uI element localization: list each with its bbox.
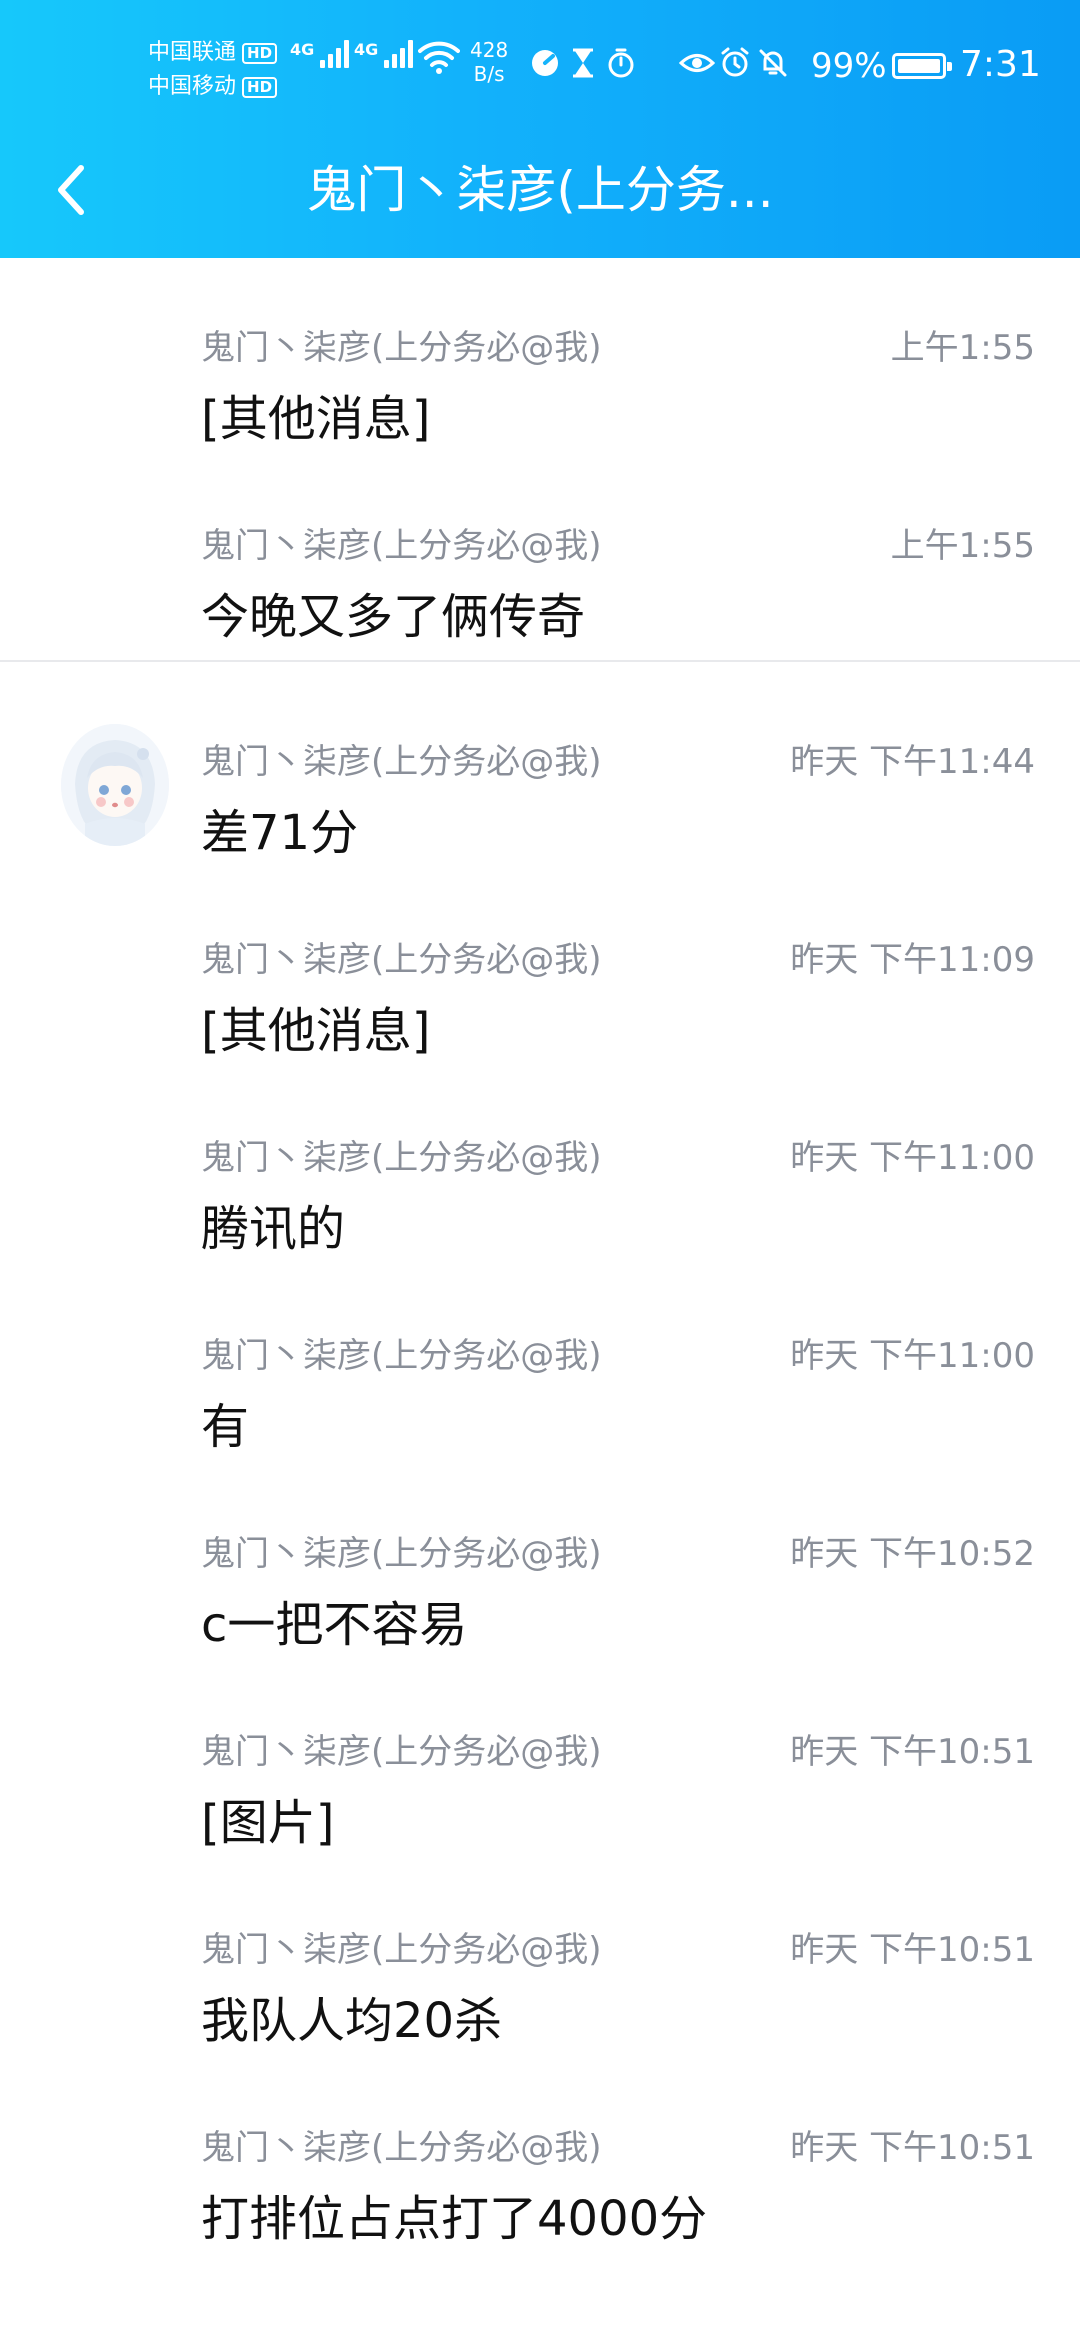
message-text: 我队人均20杀 bbox=[201, 1993, 503, 2049]
message-item[interactable]: 鬼门丶柒彦(上分务必@我) 昨天 下午10:52 c一把不容易 bbox=[0, 1464, 1080, 1662]
sender-name: 鬼门丶柒彦(上分务必@我) bbox=[201, 328, 602, 368]
message-time: 上午1:55 bbox=[890, 328, 1035, 368]
status-icons-left bbox=[526, 44, 640, 82]
message-text: 差71分 bbox=[201, 805, 359, 861]
alarm-icon bbox=[716, 44, 754, 82]
sender-name: 鬼门丶柒彦(上分务必@我) bbox=[201, 1534, 602, 1574]
message-text: [图片] bbox=[201, 1795, 335, 1851]
carrier-1-name: 中国联通 bbox=[148, 40, 237, 65]
status-time: 7:31 bbox=[960, 44, 1041, 85]
sender-name: 鬼门丶柒彦(上分务必@我) bbox=[201, 1930, 602, 1970]
message-item[interactable]: 鬼门丶柒彦(上分务必@我) 昨天 下午11:00 有 bbox=[0, 1266, 1080, 1464]
message-text: [其他消息] bbox=[201, 1003, 431, 1059]
message-item[interactable]: 鬼门丶柒彦(上分务必@我) 上午1:55 [其他消息] bbox=[0, 258, 1080, 456]
battery-percent: 99% bbox=[811, 46, 887, 86]
section-divider bbox=[0, 660, 1080, 662]
message-group-2: 鬼门丶柒彦(上分务必@我) 昨天 下午11:44 差71分 鬼门丶柒彦(上分务必@我)… bbox=[0, 672, 1080, 2256]
nav-bar: 鬼门丶柒彦(上分务... bbox=[0, 130, 1080, 258]
net-speed-value: 428 bbox=[470, 38, 509, 62]
network-gen-label-1: 4G bbox=[290, 40, 315, 59]
message-text: 有 bbox=[201, 1399, 250, 1455]
carrier-line-1: 中国联通 HD bbox=[148, 36, 278, 70]
message-time: 昨天 下午11:09 bbox=[790, 940, 1035, 980]
signal-strength-1: 4G bbox=[290, 40, 350, 68]
chevron-left-icon bbox=[58, 165, 84, 215]
net-speed-unit: B/s bbox=[473, 62, 505, 86]
hourglass-icon bbox=[564, 44, 602, 82]
carrier-line-2: 中国移动 HD bbox=[148, 70, 278, 104]
message-text: 今晚又多了俩传奇 bbox=[201, 589, 586, 645]
user-avatar[interactable] bbox=[61, 724, 169, 846]
sender-name: 鬼门丶柒彦(上分务必@我) bbox=[201, 1138, 602, 1178]
page-title: 鬼门丶柒彦(上分务... bbox=[306, 161, 774, 219]
back-button[interactable] bbox=[40, 150, 100, 230]
battery-icon bbox=[892, 53, 952, 79]
message-item[interactable]: 鬼门丶柒彦(上分务必@我) 昨天 下午10:51 打排位占点打了4000分 bbox=[0, 2058, 1080, 2256]
message-item[interactable]: 鬼门丶柒彦(上分务必@我) 昨天 下午10:51 我队人均20杀 bbox=[0, 1860, 1080, 2058]
message-item[interactable]: 鬼门丶柒彦(上分务必@我) 昨天 下午11:44 差71分 bbox=[0, 672, 1080, 870]
sender-name: 鬼门丶柒彦(上分务必@我) bbox=[201, 742, 602, 782]
message-list[interactable]: 鬼门丶柒彦(上分务必@我) 上午1:55 [其他消息] 鬼门丶柒彦(上分务必@我) 上午… bbox=[0, 258, 1080, 2256]
sender-name: 鬼门丶柒彦(上分务必@我) bbox=[201, 1732, 602, 1772]
network-speed: 428 B/s bbox=[470, 38, 508, 86]
message-time: 昨天 下午11:44 bbox=[790, 742, 1035, 782]
status-icons-right bbox=[678, 44, 792, 82]
message-group-1: 鬼门丶柒彦(上分务必@我) 上午1:55 [其他消息] 鬼门丶柒彦(上分务必@我) 上午… bbox=[0, 258, 1080, 654]
message-text: [其他消息] bbox=[201, 391, 431, 447]
mute-bell-icon bbox=[754, 44, 792, 82]
speedometer-icon bbox=[526, 44, 564, 82]
hd-badge-2: HD bbox=[242, 76, 278, 98]
sender-name: 鬼门丶柒彦(上分务必@我) bbox=[201, 2128, 602, 2168]
eye-icon bbox=[678, 44, 716, 82]
hd-badge-1: HD bbox=[242, 42, 278, 64]
sender-name: 鬼门丶柒彦(上分务必@我) bbox=[201, 1336, 602, 1376]
message-item[interactable]: 鬼门丶柒彦(上分务必@我) 昨天 下午11:09 [其他消息] bbox=[0, 870, 1080, 1068]
message-item[interactable]: 鬼门丶柒彦(上分务必@我) 上午1:55 今晚又多了俩传奇 bbox=[0, 456, 1080, 654]
message-time: 昨天 下午10:51 bbox=[790, 1732, 1035, 1772]
message-text: c一把不容易 bbox=[201, 1597, 468, 1653]
message-time: 昨天 下午10:51 bbox=[790, 2128, 1035, 2168]
message-time: 昨天 下午10:52 bbox=[790, 1534, 1035, 1574]
network-gen-label-2: 4G bbox=[354, 40, 379, 59]
message-time: 昨天 下午11:00 bbox=[790, 1336, 1035, 1376]
message-time: 昨天 下午10:51 bbox=[790, 1930, 1035, 1970]
message-text: 打排位占点打了4000分 bbox=[201, 2191, 708, 2247]
stopwatch-icon bbox=[602, 44, 640, 82]
signal-strength-2: 4G bbox=[354, 40, 414, 68]
carrier-2-name: 中国移动 bbox=[148, 74, 237, 99]
wifi-icon bbox=[418, 40, 460, 78]
carrier-info: 中国联通 HD 中国移动 HD bbox=[148, 36, 278, 104]
message-time: 上午1:55 bbox=[890, 526, 1035, 566]
message-item[interactable]: 鬼门丶柒彦(上分务必@我) 昨天 下午10:51 [图片] bbox=[0, 1662, 1080, 1860]
message-text: 腾讯的 bbox=[201, 1201, 346, 1257]
sender-name: 鬼门丶柒彦(上分务必@我) bbox=[201, 940, 602, 980]
message-time: 昨天 下午11:00 bbox=[790, 1138, 1035, 1178]
status-bar: 中国联通 HD 中国移动 HD 4G 4G 428 B/s 99% 7:31 bbox=[0, 0, 1080, 130]
battery-fill bbox=[898, 59, 940, 73]
message-item[interactable]: 鬼门丶柒彦(上分务必@我) 昨天 下午11:00 腾讯的 bbox=[0, 1068, 1080, 1266]
app-header: 中国联通 HD 中国移动 HD 4G 4G 428 B/s 99% 7:31 鬼… bbox=[0, 0, 1080, 258]
sender-name: 鬼门丶柒彦(上分务必@我) bbox=[201, 526, 602, 566]
